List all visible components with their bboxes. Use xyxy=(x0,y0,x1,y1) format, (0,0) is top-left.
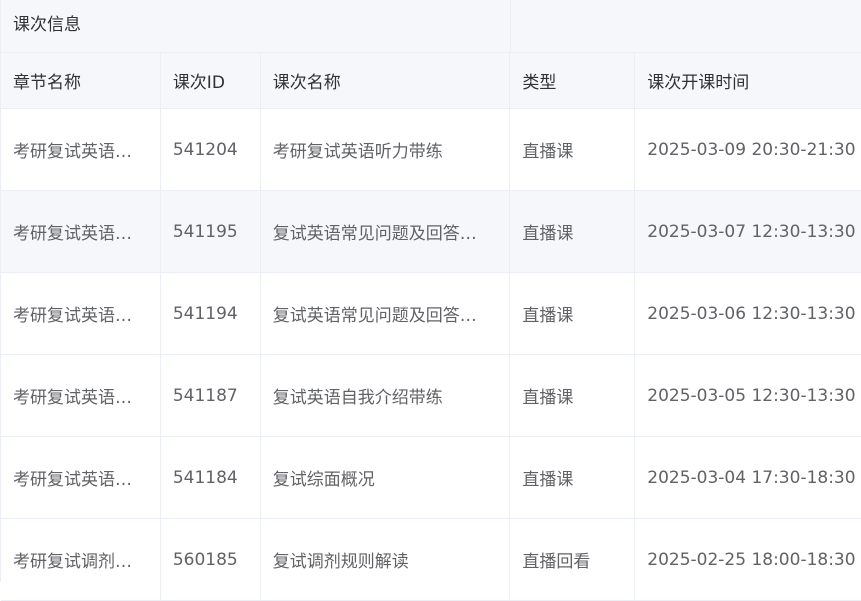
cell-session-name: 复试综面概况 xyxy=(261,437,511,518)
cell-type: 直播课 xyxy=(510,109,636,190)
course-session-table: 课次信息 章节名称 课次ID 课次名称 类型 课次开课时间 考研复试英语… 54… xyxy=(0,0,861,601)
group-header-spacer xyxy=(511,0,861,52)
table-group-header: 课次信息 xyxy=(1,0,861,53)
cell-session-name: 复试英语常见问题及回答… xyxy=(261,273,511,354)
cell-chapter-name: 考研复试英语… xyxy=(1,355,161,436)
table-row[interactable]: 考研复试调剂… 560185 复试调剂规则解读 直播回看 2025-02-25 … xyxy=(1,519,861,601)
cell-session-name: 复试英语常见问题及回答… xyxy=(261,191,511,272)
table-row[interactable]: 考研复试英语… 541194 复试英语常见问题及回答… 直播课 2025-03-… xyxy=(1,273,861,355)
cell-chapter-name: 考研复试英语… xyxy=(1,109,161,190)
cell-session-id: 541184 xyxy=(161,437,261,518)
table-row[interactable]: 考研复试英语… 541204 考研复试英语听力带练 直播课 2025-03-09… xyxy=(1,109,861,191)
cell-session-name: 复试调剂规则解读 xyxy=(261,519,511,600)
cell-session-id: 541204 xyxy=(161,109,261,190)
cell-session-id: 541187 xyxy=(161,355,261,436)
cell-session-name: 考研复试英语听力带练 xyxy=(261,109,511,190)
cell-start-time: 2025-03-07 12:30-13:30 xyxy=(647,221,856,242)
cell-type: 直播课 xyxy=(510,355,636,436)
cell-chapter-name: 考研复试英语… xyxy=(1,191,161,272)
cell-start-time: 2025-03-05 12:30-13:30 xyxy=(647,385,856,406)
header-type: 类型 xyxy=(510,53,636,108)
cell-type: 直播课 xyxy=(510,191,636,272)
table-row[interactable]: 考研复试英语… 541187 复试英语自我介绍带练 直播课 2025-03-05… xyxy=(1,355,861,437)
cell-chapter-name: 考研复试英语… xyxy=(1,273,161,354)
cell-type: 直播课 xyxy=(510,437,636,518)
cell-session-id: 560185 xyxy=(161,519,261,600)
table-row[interactable]: 考研复试英语… 541184 复试综面概况 直播课 2025-03-04 17:… xyxy=(1,437,861,519)
header-session-id: 课次ID xyxy=(161,53,261,108)
cell-chapter-name: 考研复试英语… xyxy=(1,437,161,518)
header-chapter-name: 章节名称 xyxy=(1,53,161,108)
cell-session-id: 541194 xyxy=(161,273,261,354)
header-start-time: 课次开课时间 xyxy=(647,73,750,93)
group-title: 课次信息 xyxy=(1,0,511,52)
cell-type: 直播课 xyxy=(510,273,636,354)
cell-type: 直播回看 xyxy=(510,519,636,600)
cell-start-time: 2025-02-25 18:00-18:30 xyxy=(647,549,856,570)
cell-start-time: 2025-03-06 12:30-13:30 xyxy=(647,303,856,324)
header-session-name: 课次名称 xyxy=(261,53,511,108)
table-header-row: 章节名称 课次ID 课次名称 类型 课次开课时间 xyxy=(1,53,861,109)
cell-session-name: 复试英语自我介绍带练 xyxy=(261,355,511,436)
cell-start-time: 2025-03-04 17:30-18:30 xyxy=(647,467,856,488)
cell-chapter-name: 考研复试调剂… xyxy=(1,519,161,600)
cell-session-id: 541195 xyxy=(161,191,261,272)
table-row[interactable]: 考研复试英语… 541195 复试英语常见问题及回答… 直播课 2025-03-… xyxy=(1,191,861,273)
cell-start-time: 2025-03-09 20:30-21:30 xyxy=(647,139,856,160)
